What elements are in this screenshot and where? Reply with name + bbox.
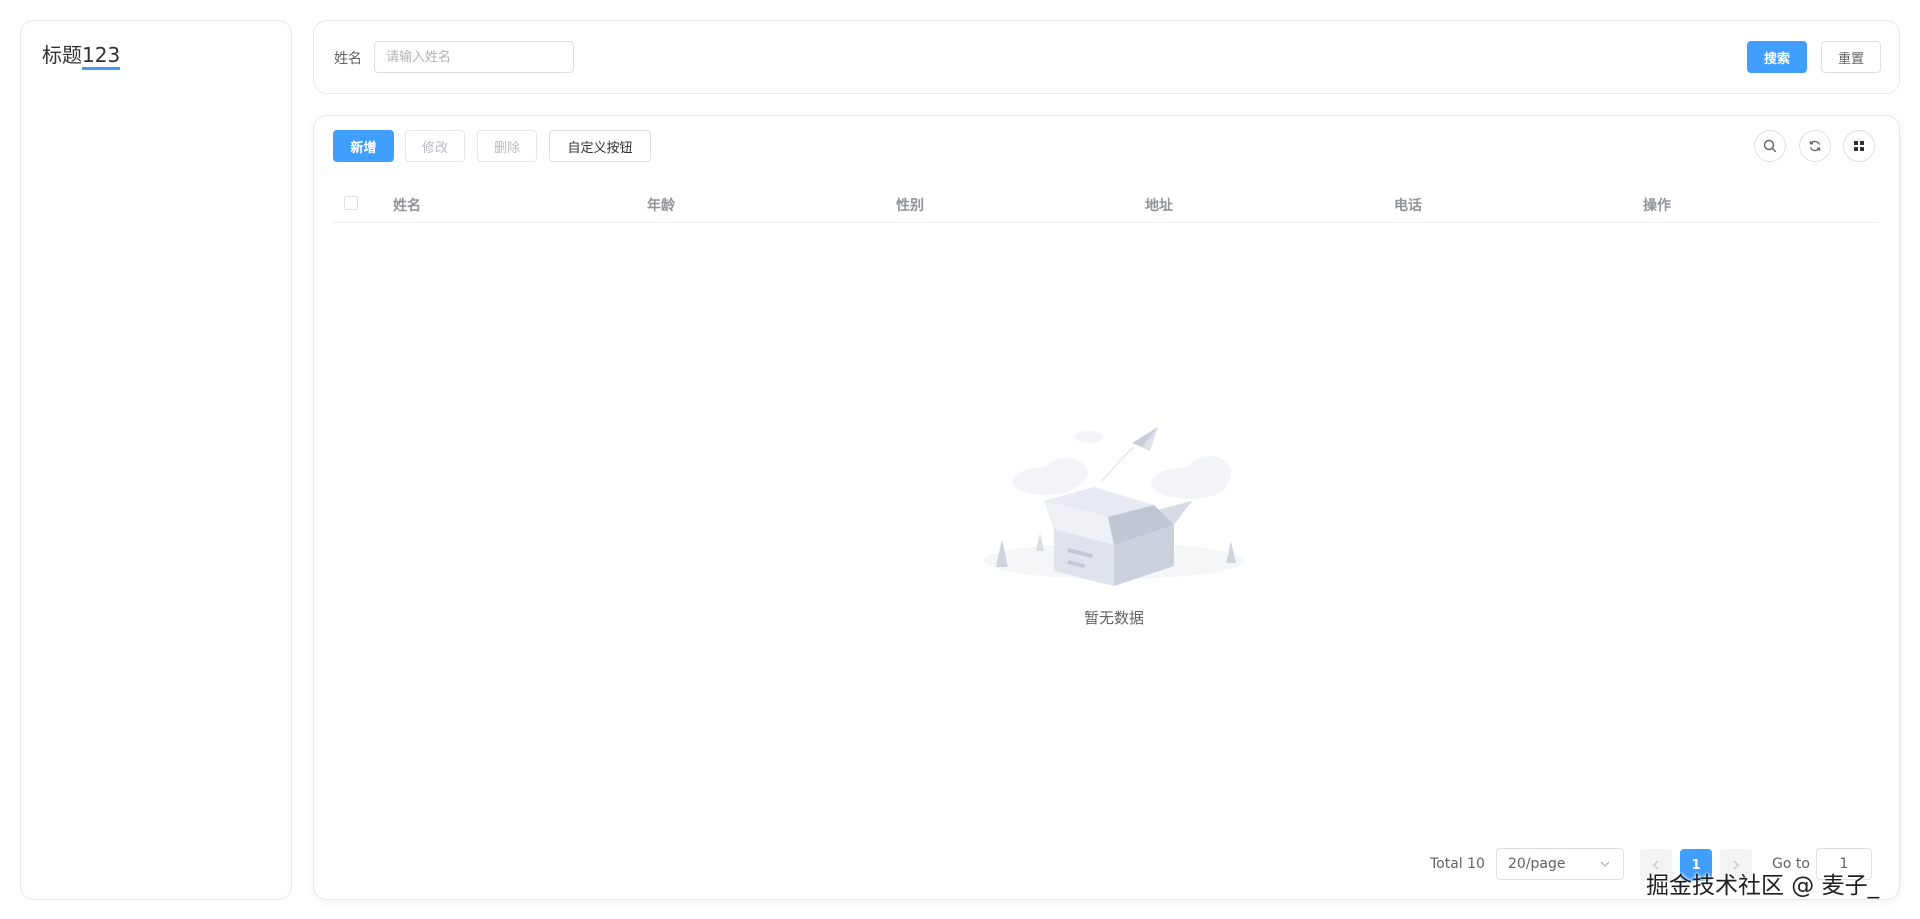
chevron-down-icon	[1600, 861, 1610, 867]
refresh-icon	[1809, 140, 1821, 152]
sidebar-title-number: 123	[82, 43, 121, 70]
pagination-total: Total 10	[1430, 856, 1485, 872]
table-card: 新增 修改 删除 自定义按钮 姓名 年龄 性别 地址 电话 操作 暂无数据 To…	[313, 115, 1900, 900]
watermark: 掘金技术社区 @ 麦子_	[1646, 873, 1880, 899]
sidebar: 标题123	[20, 20, 292, 900]
empty-state: 暂无数据	[974, 421, 1254, 627]
grid-icon	[1854, 141, 1864, 151]
table-header: 姓名 年龄 性别 地址 电话 操作	[333, 183, 1881, 223]
reset-button[interactable]: 重置	[1821, 41, 1881, 73]
add-button[interactable]: 新增	[333, 130, 394, 162]
empty-text: 暂无数据	[1083, 609, 1144, 627]
delete-button[interactable]: 删除	[477, 130, 537, 162]
column-header-name: 姓名	[393, 198, 421, 214]
search-button[interactable]: 搜索	[1747, 41, 1807, 73]
sidebar-title: 标题123	[42, 39, 121, 70]
columns-button[interactable]	[1843, 130, 1875, 162]
refresh-button[interactable]	[1799, 130, 1831, 162]
page-size-select[interactable]: 20/page	[1496, 848, 1624, 880]
name-label: 姓名	[334, 51, 362, 67]
empty-box-icon	[984, 427, 1244, 586]
search-icon	[1763, 139, 1777, 153]
name-search-input[interactable]	[374, 41, 574, 73]
sidebar-title-prefix: 标题	[42, 43, 82, 67]
page-size-value: 20/page	[1508, 856, 1566, 872]
column-header-phone: 电话	[1394, 198, 1422, 214]
edit-button[interactable]: 修改	[405, 130, 465, 162]
column-header-actions: 操作	[1643, 198, 1671, 214]
custom-button[interactable]: 自定义按钮	[549, 130, 651, 162]
column-header-age: 年龄	[647, 198, 675, 214]
column-header-gender: 性别	[896, 198, 924, 214]
toggle-search-button[interactable]	[1754, 130, 1786, 162]
column-header-address: 地址	[1145, 198, 1173, 214]
search-form: 姓名 搜索 重置	[313, 20, 1900, 94]
select-all-checkbox[interactable]	[344, 196, 358, 210]
